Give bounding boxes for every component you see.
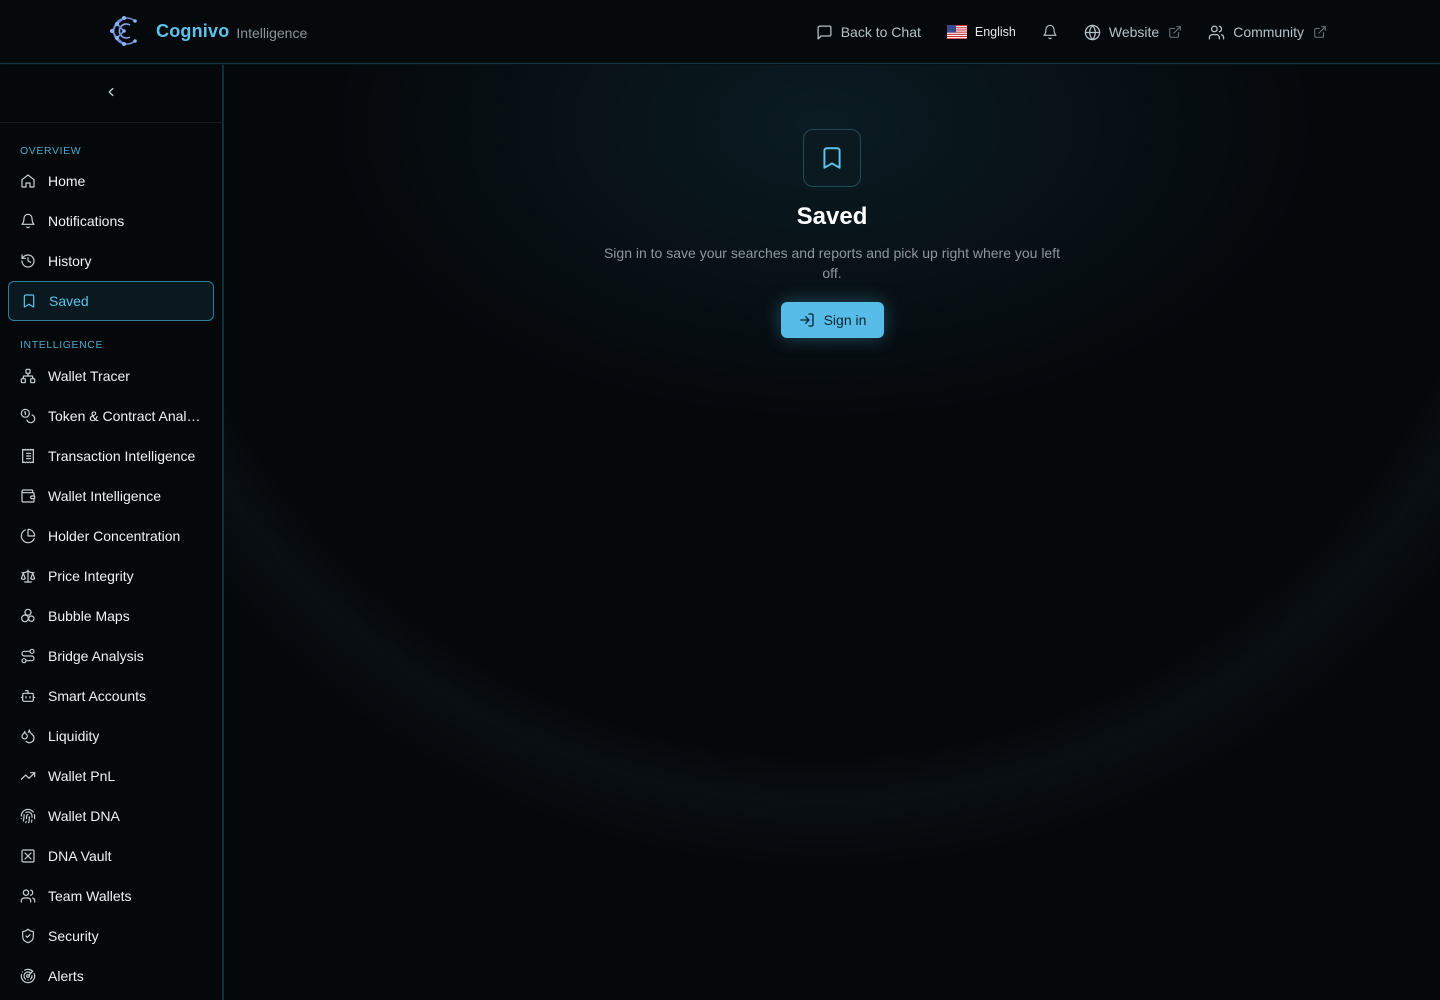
sidebar-item-wallet-tracer[interactable]: Wallet Tracer — [0, 356, 222, 396]
fingerprint-icon — [20, 808, 36, 824]
trending-up-icon — [20, 772, 36, 780]
coins-icon — [20, 408, 36, 424]
sidebar-item-label: Wallet DNA — [48, 808, 120, 824]
vault-icon — [21, 849, 35, 863]
section-label-intelligence: INTELLIGENCE — [20, 339, 104, 351]
website-link[interactable]: Website — [1084, 24, 1182, 41]
top-bar: Cognivo Intelligence Back to Chat Englis… — [0, 0, 1440, 64]
user-icon — [1208, 24, 1225, 40]
sidebar-item-price-integrity[interactable]: Price Integrity — [0, 556, 222, 596]
back-to-chat-label: Back to Chat — [840, 24, 921, 40]
globe-icon — [1084, 24, 1101, 40]
back-to-chat-link[interactable]: Back to Chat — [816, 24, 921, 41]
droplets-icon — [21, 729, 35, 744]
sidebar-item-label: Transaction Intelligence — [48, 448, 196, 464]
network-icon — [20, 368, 36, 384]
sidebar-item-security[interactable]: Security — [0, 916, 222, 956]
sidebar-item-label: Smart Accounts — [48, 688, 147, 704]
notifications-button[interactable] — [1042, 24, 1058, 40]
pie-chart-icon — [20, 528, 36, 544]
sidebar-item-label: Security — [48, 928, 99, 944]
sidebar-item-team-wallets[interactable]: Team Wallets — [0, 876, 222, 916]
receipt-icon — [22, 448, 34, 464]
sidebar-item-alerts[interactable]: Alerts — [0, 956, 222, 996]
sidebar-item-saved[interactable]: Saved — [8, 281, 214, 321]
route-icon — [21, 648, 35, 664]
external-link-icon — [1169, 26, 1181, 38]
sidebar-item-token-contract-analysis[interactable]: Token & Contract Analysis — [0, 396, 222, 436]
sidebar: OVERVIEW Home Notifications History Save… — [0, 65, 224, 1000]
language-label: English — [974, 25, 1016, 39]
users-icon — [20, 889, 36, 903]
brand-name: Cognivo — [156, 20, 230, 41]
sidebar-item-label: Bridge Analysis — [48, 648, 144, 664]
sidebar-item-label: Liquidity — [48, 728, 100, 744]
sidebar-item-label: Saved — [49, 293, 89, 309]
external-link-icon — [1314, 26, 1326, 38]
sidebar-item-history[interactable]: History — [0, 241, 222, 281]
sidebar-item-liquidity[interactable]: Liquidity — [0, 716, 222, 756]
radar-icon — [20, 968, 36, 984]
sidebar-item-wallet-intelligence[interactable]: Wallet Intelligence — [0, 476, 222, 516]
sidebar-item-dna-vault[interactable]: DNA Vault — [0, 836, 222, 876]
sidebar-item-label: DNA Vault — [48, 848, 112, 864]
bell-icon — [1043, 24, 1057, 40]
bookmark-icon — [823, 147, 841, 169]
sign-in-label: Sign in — [823, 312, 867, 328]
sidebar-item-label: Team Wallets — [48, 888, 132, 904]
brand[interactable]: Cognivo Intelligence — [108, 14, 307, 48]
sidebar-item-label: History — [48, 253, 92, 269]
message-square-icon — [817, 24, 832, 40]
sidebar-item-label: Price Integrity — [48, 568, 134, 584]
sidebar-item-label: Home — [48, 173, 86, 189]
section-label-overview: OVERVIEW — [20, 145, 82, 157]
us-flag-icon — [946, 25, 967, 39]
bell-icon — [21, 213, 35, 229]
language-selector[interactable]: English — [946, 25, 1016, 39]
brand-subtitle: Intelligence — [236, 24, 308, 41]
sidebar-collapse-row — [0, 65, 222, 123]
community-link[interactable]: Community — [1208, 24, 1327, 41]
home-icon — [21, 174, 35, 188]
sidebar-item-label: Notifications — [48, 213, 125, 229]
log-in-icon — [799, 313, 814, 327]
history-icon — [21, 254, 35, 268]
sidebar-item-wallet-dna[interactable]: Wallet DNA — [0, 796, 222, 836]
bot-icon — [20, 690, 36, 702]
sidebar-item-notifications[interactable]: Notifications — [0, 201, 222, 241]
sidebar-item-label: Wallet Tracer — [48, 368, 130, 384]
top-nav: Back to Chat English Website Community — [790, 0, 1327, 64]
community-label: Community — [1233, 24, 1304, 40]
bookmark-icon — [23, 294, 35, 308]
sidebar-item-holder-concentration[interactable]: Holder Concentration — [0, 516, 222, 556]
sidebar-item-bubble-maps[interactable]: Bubble Maps — [0, 596, 222, 636]
sidebar-item-label: Alerts — [48, 968, 84, 984]
website-label: Website — [1108, 24, 1160, 40]
empty-state-icon-tile — [803, 129, 861, 187]
sidebar-item-label: Wallet PnL — [48, 768, 116, 784]
bubbles-icon — [21, 608, 35, 623]
main-content: Saved Sign in to save your searches and … — [224, 65, 1440, 1000]
page-title: Saved — [796, 203, 868, 230]
empty-state-description: Sign in to save your searches and report… — [603, 245, 1061, 281]
sidebar-item-label: Holder Concentration — [48, 528, 181, 544]
shield-icon — [22, 928, 34, 944]
sidebar-item-transaction-intelligence[interactable]: Transaction Intelligence — [0, 436, 222, 476]
chevron-left-icon[interactable] — [104, 85, 118, 99]
sidebar-item-wallet-pnl[interactable]: Wallet PnL — [0, 756, 222, 796]
sign-in-button[interactable]: Sign in — [781, 302, 884, 338]
sidebar-item-label: Bubble Maps — [48, 608, 130, 624]
cognivo-logo-icon — [110, 16, 137, 46]
sidebar-item-label: Token & Contract Analysis — [48, 408, 202, 424]
wallet-icon — [21, 489, 36, 503]
sidebar-item-bridge-analysis[interactable]: Bridge Analysis — [0, 636, 222, 676]
sidebar-item-home[interactable]: Home — [0, 161, 222, 201]
sidebar-item-label: Wallet Intelligence — [48, 488, 162, 504]
scale-icon — [20, 569, 36, 583]
sidebar-item-smart-accounts[interactable]: Smart Accounts — [0, 676, 222, 716]
